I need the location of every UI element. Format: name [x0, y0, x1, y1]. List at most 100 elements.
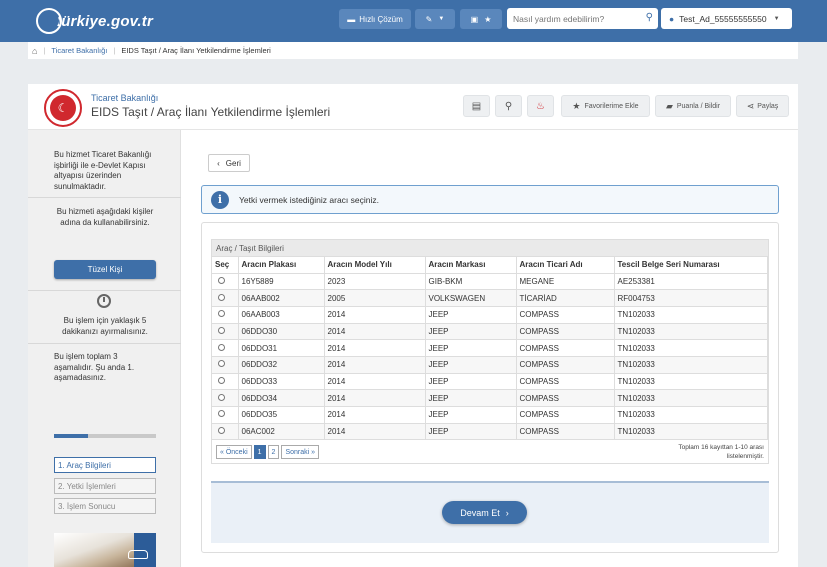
- vehicle-select-radio[interactable]: [218, 343, 225, 351]
- table-caption: Araç / Taşıt Bilgileri: [212, 240, 768, 257]
- trade-name-cell: TİCARİAD: [516, 289, 615, 307]
- logo-text: türkiye.gov.tr: [56, 12, 153, 30]
- breadcrumb-link-ministry[interactable]: Ticaret Bakanlığı: [51, 46, 107, 55]
- table-row[interactable]: 06AAB002 2005 VOLKSWAGEN TİCARİAD RF004753: [212, 289, 768, 307]
- trade-name-cell: COMPASS: [516, 423, 615, 441]
- col-header-registration-serial[interactable]: Tescil Belge Seri Numarası: [614, 257, 768, 274]
- registration-serial-cell: TN102033: [614, 406, 768, 424]
- pagination: « Önceki 1 2 Sonraki »: [216, 445, 320, 459]
- pagination-prev[interactable]: « Önceki: [216, 445, 252, 459]
- table-row[interactable]: 06DDO33 2014 JEEP COMPASS TN102033: [212, 373, 768, 391]
- stage-progress-fill: [54, 434, 88, 438]
- table-row[interactable]: 06DDO32 2014 JEEP COMPASS TN102033: [212, 356, 768, 374]
- trade-name-cell: COMPASS: [516, 356, 615, 374]
- chevron-left-icon: ‹: [217, 158, 220, 168]
- divider: [28, 343, 181, 344]
- model-year-cell: 2023: [324, 273, 426, 291]
- vehicle-table-body: 16Y5889 2023 GIB-BKM MEGANE AE253381 06AAB002…: [212, 273, 768, 441]
- model-year-cell: 2014: [324, 373, 426, 391]
- breadcrumb-separator: |: [113, 46, 116, 55]
- col-header-model-year[interactable]: Aracın Model Yılı: [324, 257, 426, 274]
- trade-name-cell: COMPASS: [516, 389, 615, 407]
- share-button[interactable]: ⋖ Paylaş: [736, 95, 789, 117]
- brand-cell: JEEP: [425, 356, 517, 374]
- step-authorization[interactable]: 2. Yetki İşlemleri: [54, 478, 156, 494]
- pagination-page-2[interactable]: 2: [267, 445, 280, 459]
- add-favorites-button[interactable]: ★ Favorilerime Ekle: [561, 95, 650, 117]
- col-header-select: Seç: [212, 257, 239, 274]
- search-service-button[interactable]: ⚲: [495, 95, 522, 117]
- pagination-next[interactable]: Sonraki »: [281, 445, 320, 459]
- promo-banner-image[interactable]: [54, 533, 156, 567]
- select-cell: [212, 323, 239, 341]
- col-header-plate[interactable]: Aracın Plakası: [238, 257, 325, 274]
- vehicle-select-radio[interactable]: [218, 293, 225, 301]
- chat-icon: ▬: [347, 14, 356, 24]
- registration-serial-cell: RF004753: [614, 289, 768, 307]
- vehicle-select-radio[interactable]: [218, 427, 225, 435]
- brand-cell: VOLKSWAGEN: [425, 289, 517, 307]
- pagination-info: Toplam 16 kayıttan 1-10 arası listelenmi…: [678, 444, 764, 461]
- col-header-brand[interactable]: Aracın Markası: [425, 257, 517, 274]
- search-input[interactable]: [507, 13, 637, 24]
- popular-button[interactable]: ♨: [527, 95, 554, 117]
- stage-note: Bu işlem toplam 3 aşamalıdır. Şu anda 1.…: [54, 352, 135, 382]
- document-icon: ▤: [471, 100, 482, 112]
- vehicle-select-radio[interactable]: [218, 410, 225, 418]
- plate-cell: 06AC002: [238, 423, 325, 441]
- vehicle-table-wrapper: Araç / Taşıt Bilgileri Seç Aracın Plakas…: [211, 239, 769, 464]
- col-header-trade-name[interactable]: Aracın Ticari Adı: [516, 257, 615, 274]
- legal-entity-button[interactable]: Tüzel Kişi: [54, 260, 156, 279]
- ministry-name[interactable]: Ticaret Bakanlığı: [91, 93, 158, 103]
- model-year-cell: 2014: [324, 406, 426, 424]
- search-box: ⚲: [507, 8, 658, 29]
- pagination-page-1[interactable]: 1: [253, 445, 266, 459]
- table-row[interactable]: 06AC002 2014 JEEP COMPASS TN102033: [212, 423, 768, 441]
- service-sidebar: Bu hizmet Ticaret Bakanlığı işbirliği il…: [28, 130, 181, 567]
- user-menu[interactable]: ● Test_Ad_55555555550 ▼: [661, 8, 792, 29]
- table-row[interactable]: 06DDO31 2014 JEEP COMPASS TN102033: [212, 339, 768, 357]
- table-row[interactable]: 16Y5889 2023 GIB-BKM MEGANE AE253381: [212, 273, 768, 291]
- vehicle-select-radio[interactable]: [218, 310, 225, 318]
- search-icon: ⚲: [504, 100, 513, 112]
- search-icon[interactable]: ⚲: [646, 12, 653, 23]
- turkiye-gov-logo[interactable]: türkiye.gov.tr: [36, 7, 153, 35]
- time-note: Bu işlem için yaklaşık 5 dakikanızı ayır…: [62, 316, 148, 336]
- fire-icon: ♨: [536, 100, 545, 112]
- plate-cell: 06DDO33: [238, 373, 325, 391]
- brand-cell: JEEP: [425, 373, 517, 391]
- vehicle-select-radio[interactable]: [218, 393, 225, 401]
- clock-icon: [97, 294, 111, 308]
- select-cell: [212, 373, 239, 391]
- registration-serial-cell: TN102033: [614, 373, 768, 391]
- table-row[interactable]: 06DDO34 2014 JEEP COMPASS TN102033: [212, 389, 768, 407]
- continue-label: Devam Et: [460, 507, 500, 518]
- model-year-cell: 2014: [324, 389, 426, 407]
- select-cell: [212, 339, 239, 357]
- vehicle-select-radio[interactable]: [218, 376, 225, 384]
- document-button[interactable]: ▤: [463, 95, 490, 117]
- step-vehicle-info[interactable]: 1. Araç Bilgileri: [54, 457, 156, 473]
- vehicle-select-radio[interactable]: [218, 360, 225, 368]
- divider: [28, 290, 181, 291]
- stage-progress-bar: [54, 434, 156, 438]
- select-cell: [212, 356, 239, 374]
- vehicle-select-radio[interactable]: [218, 326, 225, 334]
- tools-dropdown-button[interactable]: ✎ ▼: [415, 9, 455, 29]
- rate-report-button[interactable]: ▰ Puanla / Bildir: [655, 95, 731, 117]
- trade-name-cell: COMPASS: [516, 406, 615, 424]
- table-row[interactable]: 06DDO35 2014 JEEP COMPASS TN102033: [212, 406, 768, 424]
- cards-favorites-button[interactable]: ▣ ★: [460, 9, 502, 29]
- back-button[interactable]: ‹ Geri: [208, 154, 250, 172]
- registration-serial-cell: TN102033: [614, 423, 768, 441]
- star-icon: ★: [484, 14, 492, 24]
- table-row[interactable]: 06AAB003 2014 JEEP COMPASS TN102033: [212, 306, 768, 324]
- table-row[interactable]: 06DDO30 2014 JEEP COMPASS TN102033: [212, 323, 768, 341]
- top-navbar: türkiye.gov.tr ▬ Hızlı Çözüm ✎ ▼ ▣ ★ ⚲ ●…: [0, 0, 827, 42]
- vehicle-select-radio[interactable]: [218, 276, 225, 284]
- quick-solution-button[interactable]: ▬ Hızlı Çözüm: [339, 9, 411, 29]
- step-result[interactable]: 3. İşlem Sonucu: [54, 498, 156, 514]
- home-icon[interactable]: ⌂: [32, 46, 37, 56]
- logo-mark-icon: [36, 8, 62, 34]
- continue-button[interactable]: Devam Et ›: [442, 501, 527, 524]
